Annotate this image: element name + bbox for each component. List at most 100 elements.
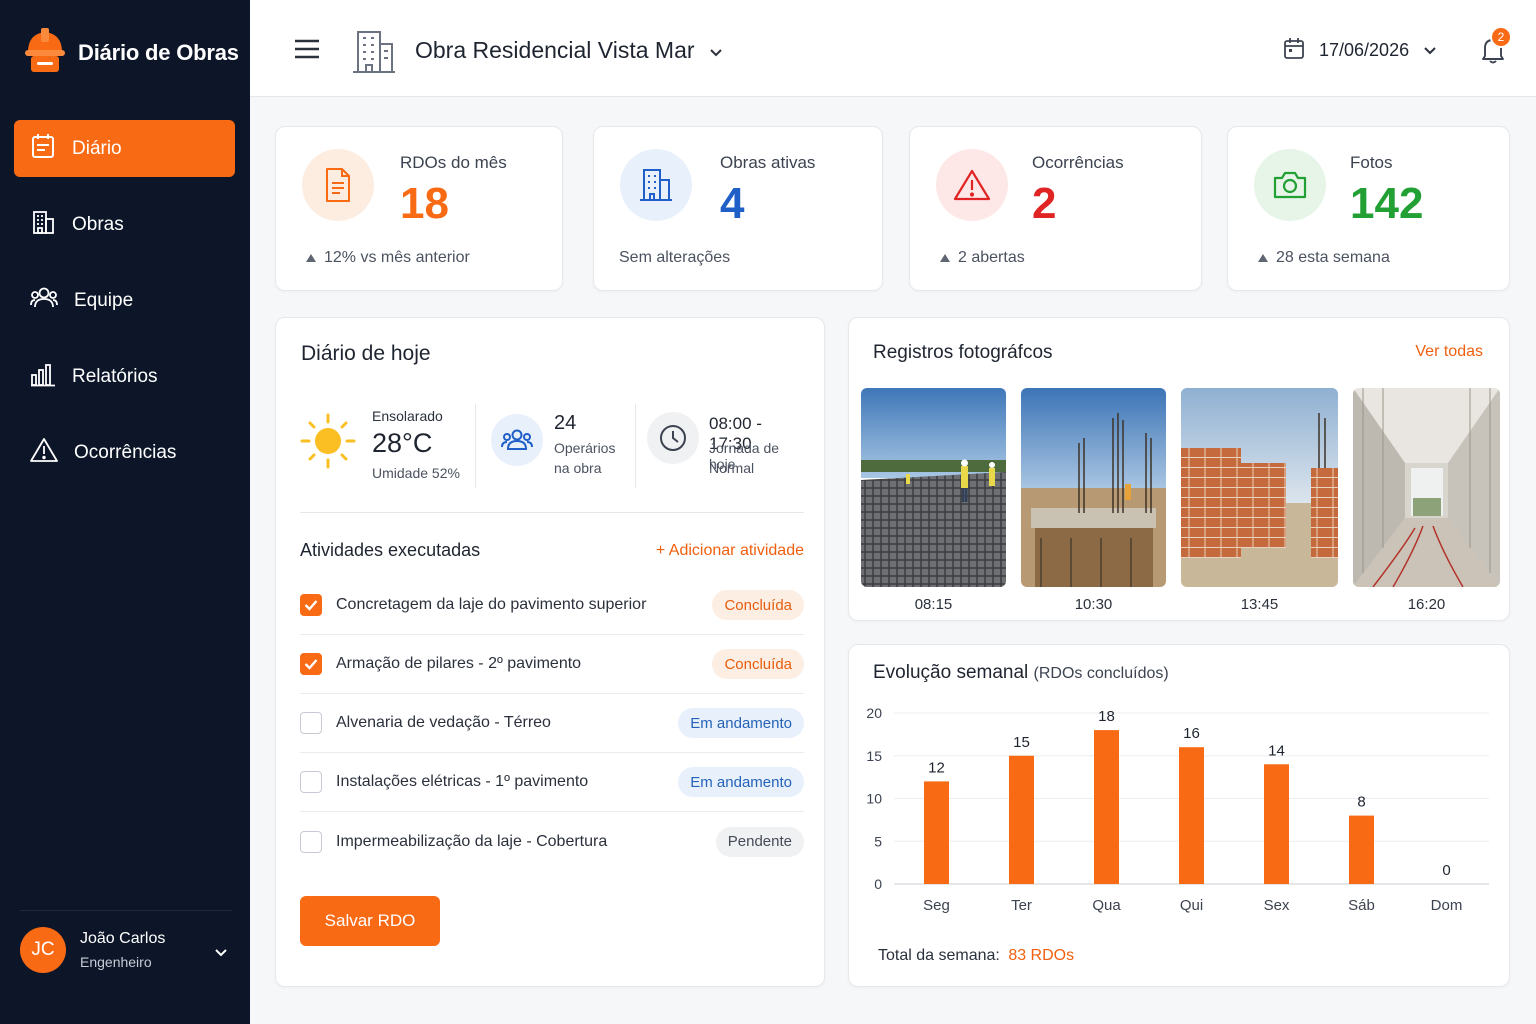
building-icon	[620, 149, 692, 221]
photo-records-panel: Registros fotográfcos Ver todas 08:15 10…	[848, 317, 1510, 621]
date-value: 17/06/2026	[1319, 40, 1410, 60]
bar-chart: 0 5 10 15 20 12 Seg 15 Ter 18 Qua 16 Qui 14 Sex 8 Sáb 0 Do…	[866, 705, 1489, 914]
stat-foot-text: 28 esta semana	[1276, 249, 1390, 266]
sidebar-item-diario[interactable]: Diário	[14, 120, 235, 177]
weather-condition: Ensolarado	[372, 408, 443, 424]
calendar-doc-icon	[30, 133, 56, 165]
stat-card-ocorrencias[interactable]: Ocorrências 2 2 abertas	[909, 126, 1202, 291]
save-rdo-button[interactable]: Salvar RDO	[300, 896, 440, 946]
add-activity-link[interactable]: + Adicionar atividade	[656, 542, 804, 560]
total-label: Total da semana:	[878, 947, 1000, 964]
activity-checkbox[interactable]	[300, 771, 322, 793]
activity-row: Instalações elétricas - 1º pavimento Em …	[300, 753, 804, 812]
building-icon	[30, 209, 56, 241]
divider	[475, 404, 476, 488]
data-label: 15	[1013, 734, 1030, 751]
humidity: Umidade 52%	[372, 465, 460, 481]
see-all-link[interactable]: Ver todas	[1415, 343, 1483, 361]
team-icon	[30, 285, 58, 317]
bar-chart-icon	[30, 361, 56, 393]
data-label: 0	[1442, 862, 1450, 879]
sidebar-item-relatorios[interactable]: Relatórios	[14, 348, 235, 405]
sun-icon	[300, 412, 356, 475]
stat-footnote: 28 esta semana	[1258, 249, 1390, 267]
activity-checkbox[interactable]	[300, 653, 322, 675]
workers-count: 24	[554, 412, 577, 434]
y-tick-label: 15	[866, 748, 882, 764]
camera-icon	[1254, 149, 1326, 221]
warning-icon	[936, 149, 1008, 221]
stat-value: 18	[400, 179, 449, 228]
photo-thumbnail[interactable]	[861, 388, 1006, 587]
sidebar-item-equipe[interactable]: Equipe	[14, 272, 235, 329]
chevron-down-icon	[1423, 40, 1437, 61]
photo-time: 08:15	[914, 596, 953, 613]
hamburger-menu-icon[interactable]	[294, 38, 320, 65]
chevron-down-icon[interactable]	[214, 945, 228, 963]
chart-subtitle: (RDOs concluídos)	[1033, 665, 1169, 682]
stat-card-obras[interactable]: Obras ativas 4 Sem alterações	[593, 126, 883, 291]
panel-title: Diário de hoje	[301, 342, 431, 365]
sidebar-item-label: Diário	[72, 137, 122, 159]
panel-title: Evolução semanal (RDOs concluídos)	[873, 662, 1169, 684]
chart-title: Evolução semanal	[873, 662, 1029, 683]
stat-value: 2	[1032, 179, 1057, 228]
trend-up-icon	[306, 254, 316, 262]
shift-block: 08:00 - 17:30 Jornada de hoje Normal	[647, 404, 807, 488]
stat-label: Fotos	[1350, 153, 1393, 172]
stat-label: Obras ativas	[720, 153, 816, 172]
status-badge: Concluída	[712, 649, 804, 679]
photo-thumbnail[interactable]	[1181, 388, 1338, 587]
chevron-down-icon	[709, 37, 723, 64]
x-tick-label: Sex	[1264, 897, 1290, 914]
project-selector[interactable]: Obra Residencial Vista Mar	[415, 37, 723, 64]
activity-checkbox[interactable]	[300, 594, 322, 616]
divider	[300, 512, 804, 513]
stat-card-fotos[interactable]: Fotos 142 28 esta semana	[1227, 126, 1510, 291]
activity-checkbox[interactable]	[300, 830, 322, 853]
brand[interactable]: Diário de Obras	[24, 26, 239, 79]
top-bar: Obra Residencial Vista Mar 17/06/2026 2	[250, 0, 1536, 97]
stat-footnote: 2 abertas	[940, 249, 1025, 267]
shift-status: Normal	[709, 460, 755, 476]
activity-checkbox[interactable]	[300, 712, 322, 734]
y-tick-label: 0	[874, 876, 882, 892]
user-menu[interactable]: JC João Carlos Engenheiro	[20, 910, 232, 973]
status-badge: Concluída	[712, 590, 804, 620]
status-badge: Em andamento	[678, 767, 804, 797]
stat-label: Ocorrências	[1032, 153, 1124, 172]
total-value: 83 RDOs	[1008, 947, 1075, 964]
sidebar-nav: Diário Obras Equipe Relatórios Ocorrênci…	[14, 120, 235, 500]
x-tick-label: Qua	[1092, 897, 1121, 914]
divider	[635, 404, 636, 488]
workers-block: 24 Operários na obra	[491, 404, 631, 488]
stat-card-rdos[interactable]: RDOs do mês 18 12% vs mês anterior	[275, 126, 563, 291]
photo-thumbnail[interactable]	[1021, 388, 1166, 587]
x-tick-label: Sáb	[1348, 897, 1375, 914]
calendar-icon	[1283, 37, 1305, 64]
activity-row: Armação de pilares - 2º pavimento Conclu…	[300, 635, 804, 694]
x-tick-label: Ter	[1011, 897, 1032, 914]
sidebar-item-ocorrencias[interactable]: Ocorrências	[14, 424, 235, 481]
trend-up-icon	[940, 254, 950, 262]
photo-thumbnail[interactable]	[1353, 388, 1500, 587]
sidebar-item-label: Equipe	[74, 289, 134, 311]
bar	[1349, 815, 1374, 884]
activities-title: Atividades executadas	[300, 540, 481, 560]
activity-row: Alvenaria de vedação - Térreo Em andamen…	[300, 694, 804, 753]
sidebar: Diário de Obras Diário Obras Equipe Rela…	[0, 0, 250, 1024]
sidebar-item-obras[interactable]: Obras	[14, 196, 235, 253]
team-icon	[491, 414, 543, 466]
activity-text: Instalações elétricas - 1º pavimento	[336, 773, 589, 790]
stat-footnote: Sem alterações	[619, 249, 730, 267]
date-picker[interactable]: 17/06/2026	[1283, 37, 1437, 64]
x-tick-label: Dom	[1431, 897, 1463, 914]
today-summary: Ensolarado 28°C Umidade 52% 24 Operários…	[300, 404, 804, 488]
data-label: 8	[1357, 794, 1365, 811]
bar	[1179, 747, 1204, 884]
trend-up-icon	[1258, 254, 1268, 262]
user-name: João Carlos	[80, 930, 166, 947]
sidebar-item-label: Obras	[72, 213, 124, 235]
weekly-total: Total da semana: 83 RDOs	[878, 947, 1074, 965]
sidebar-item-label: Relatórios	[72, 365, 158, 387]
